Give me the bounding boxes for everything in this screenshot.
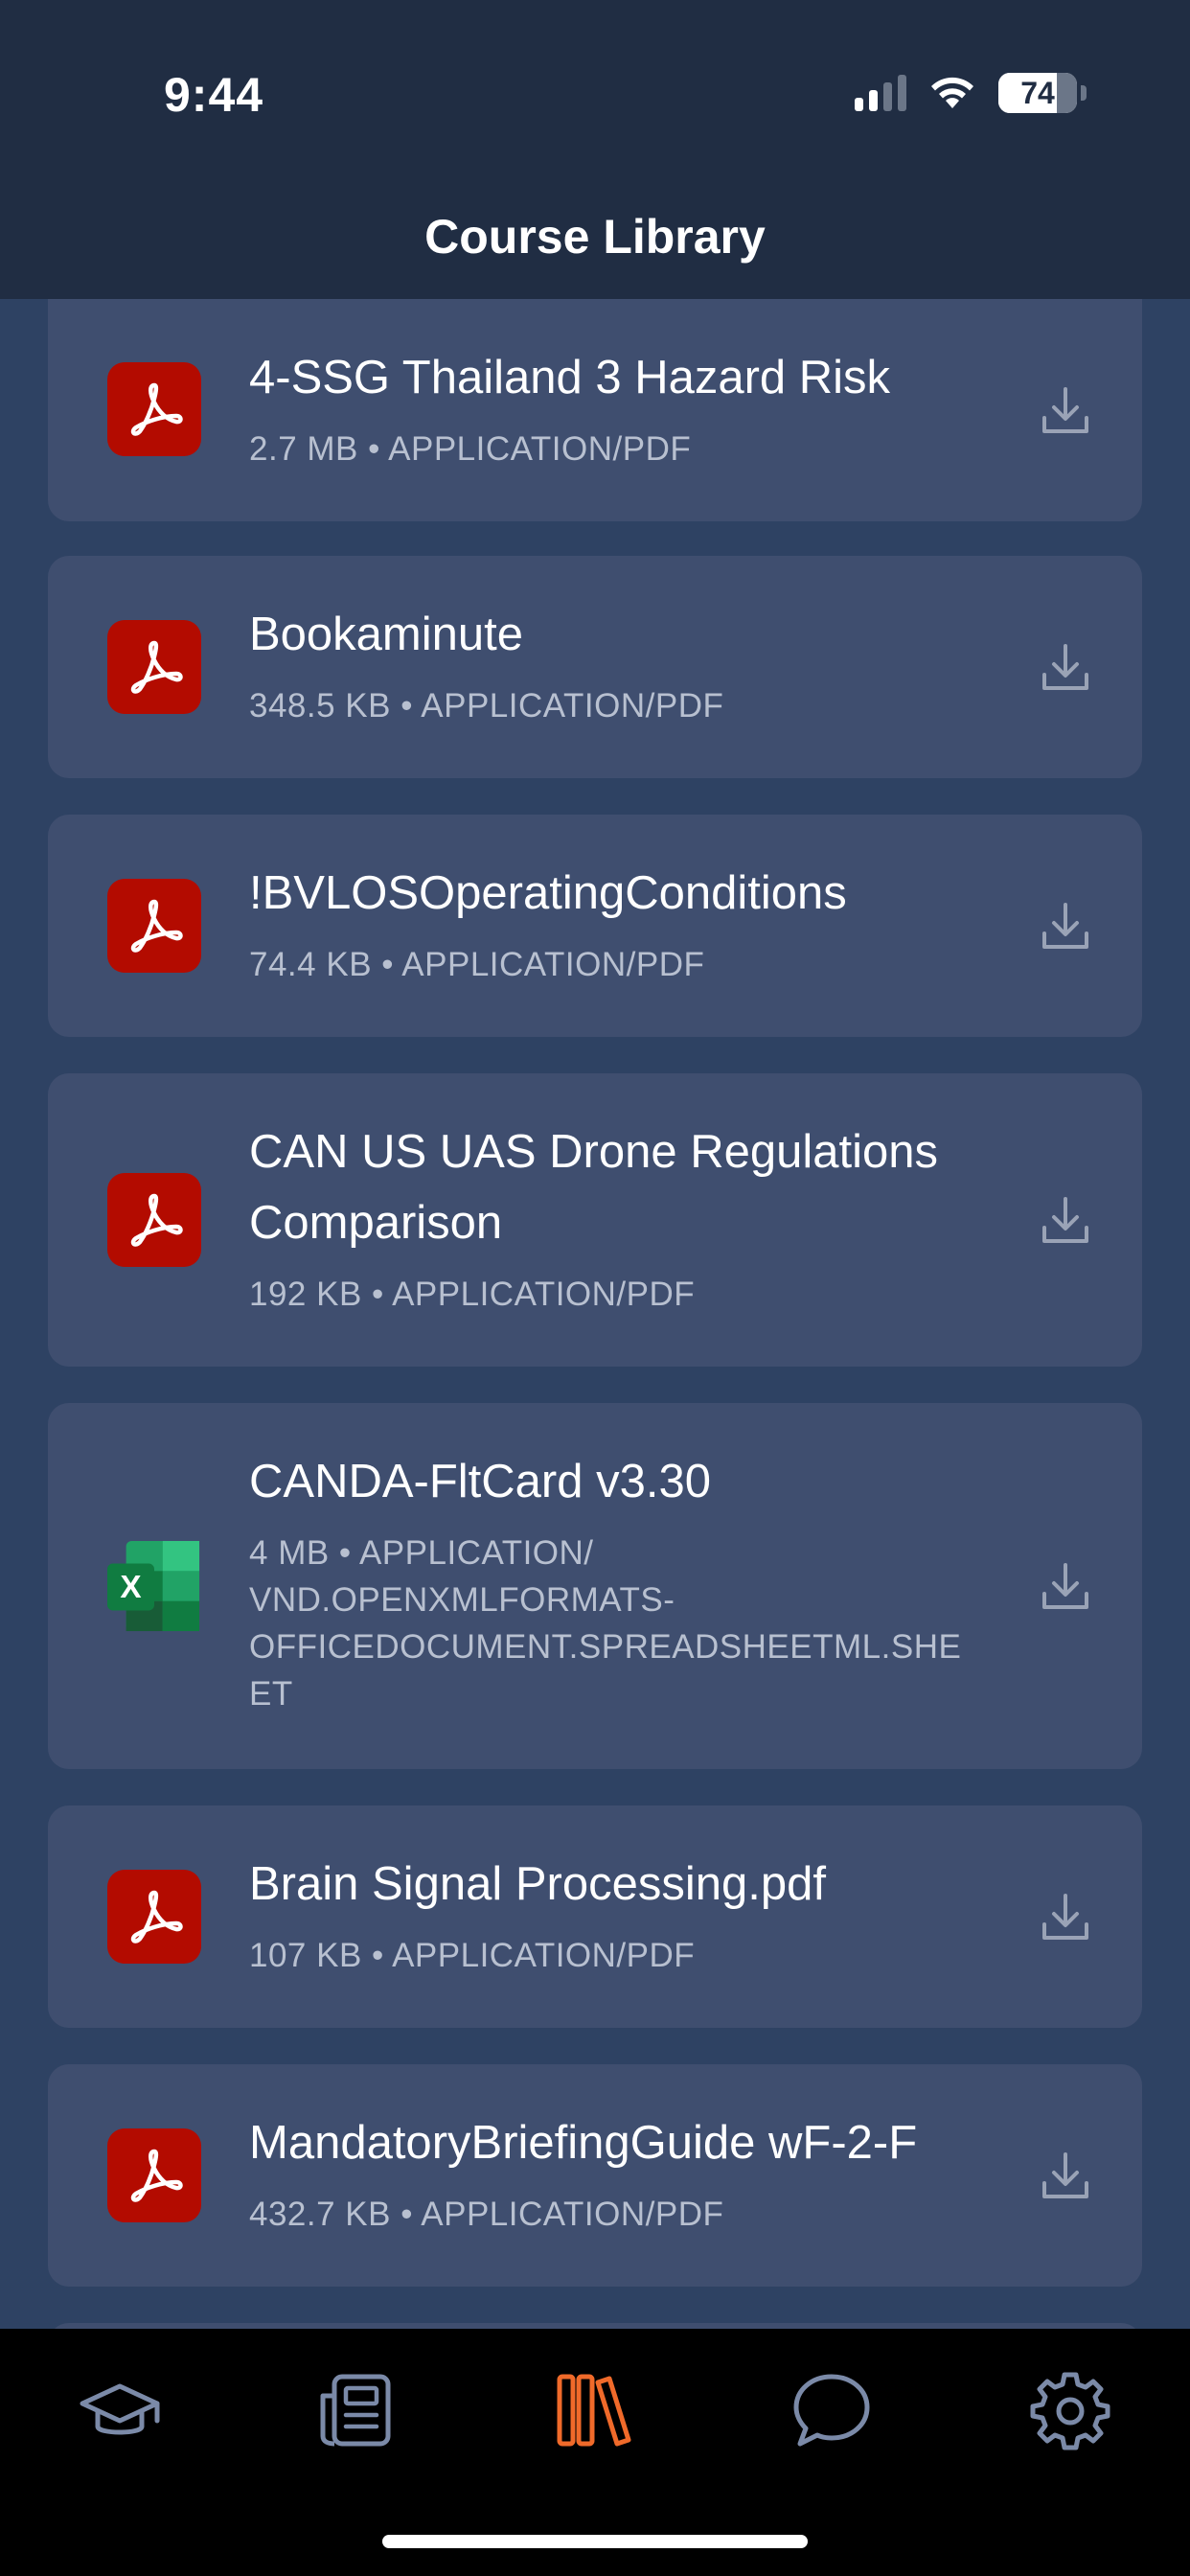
file-item[interactable]: X CANDA-FltCard v3.30 4 MB • APPLICATION…: [48, 1403, 1142, 1769]
file-name: CANDA-FltCard v3.30: [249, 1456, 711, 1507]
pdf-file-icon: [107, 1173, 201, 1267]
chat-bubble-icon[interactable]: [789, 2367, 875, 2453]
download-icon[interactable]: [1037, 1191, 1094, 1249]
pdf-file-icon: [107, 620, 201, 714]
download-icon[interactable]: [1037, 897, 1094, 954]
file-item[interactable]: Brain Signal Processing.pdf 107 KB • APP…: [48, 1806, 1142, 2028]
status-icons: 74: [855, 73, 1087, 113]
battery-icon: 74: [998, 73, 1077, 113]
pdf-file-icon: [107, 362, 201, 456]
app-header: 9:44 74 Course Library: [0, 0, 1190, 299]
file-item[interactable]: MandatoryBriefingGuide wF-2-F 432.7 KB •…: [48, 2064, 1142, 2287]
excel-letter: X: [120, 1570, 141, 1605]
excel-file-icon: X: [107, 1539, 201, 1633]
cellular-signal-icon: [855, 75, 906, 111]
library-icon[interactable]: [552, 2367, 638, 2453]
file-list[interactable]: 4-SSG Thailand 3 Hazard Risk 2.7 MB • AP…: [0, 299, 1190, 2329]
file-item[interactable]: Bookaminute 348.5 KB • APPLICATION/PDF: [48, 556, 1142, 778]
wifi-icon: [931, 77, 973, 108]
file-name: Brain Signal Processing.pdf: [249, 1858, 826, 1910]
file-meta: 2.7 MB • APPLICATION/PDF: [249, 430, 692, 468]
file-item[interactable]: 4-SSG Thailand 3 Hazard Risk 2.7 MB • AP…: [48, 299, 1142, 521]
file-meta: 74.4 KB • APPLICATION/PDF: [249, 946, 705, 983]
file-name: MandatoryBriefingGuide wF-2-F: [249, 2117, 918, 2169]
battery-nub: [1081, 85, 1087, 101]
file-meta: 432.7 KB • APPLICATION/PDF: [249, 2196, 724, 2233]
pdf-file-icon: [107, 1870, 201, 1964]
page-title: Course Library: [424, 210, 766, 264]
file-name-line: Comparison: [249, 1197, 503, 1249]
file-item[interactable]: !BVLOSOperatingConditions 74.4 KB • APPL…: [48, 815, 1142, 1037]
file-name: 4-SSG Thailand 3 Hazard Risk: [249, 352, 891, 403]
file-meta: 348.5 KB • APPLICATION/PDF: [249, 687, 724, 724]
download-icon[interactable]: [1037, 1557, 1094, 1615]
file-name: !BVLOSOperatingConditions: [249, 867, 847, 919]
file-meta: 192 KB • APPLICATION/PDF: [249, 1276, 696, 1313]
file-meta-line: OFFICEDOCUMENT.SPREADSHEETML.SHE: [249, 1628, 962, 1666]
download-icon[interactable]: [1037, 638, 1094, 696]
graduation-cap-icon[interactable]: [77, 2367, 163, 2453]
battery-percent: 74: [1020, 75, 1055, 110]
gear-icon[interactable]: [1027, 2367, 1113, 2453]
download-icon[interactable]: [1037, 2147, 1094, 2204]
file-meta: 107 KB • APPLICATION/PDF: [249, 1937, 696, 1974]
file-meta-line: 4 MB • APPLICATION/: [249, 1534, 594, 1572]
pdf-file-icon: [107, 879, 201, 973]
pdf-file-icon: [107, 2128, 201, 2222]
status-time: 9:44: [164, 68, 264, 122]
file-item[interactable]: CAN US UAS Drone Regulations Comparison …: [48, 1073, 1142, 1367]
download-icon[interactable]: [1037, 381, 1094, 439]
file-meta-line: VND.OPENXMLFORMATS-: [249, 1581, 675, 1619]
home-indicator[interactable]: [382, 2535, 808, 2548]
newspaper-icon[interactable]: [313, 2367, 400, 2453]
file-name-line: CAN US UAS Drone Regulations: [249, 1126, 938, 1178]
file-meta-line: ET: [249, 1675, 293, 1713]
download-icon[interactable]: [1037, 1888, 1094, 1945]
file-name: Bookaminute: [249, 609, 524, 660]
